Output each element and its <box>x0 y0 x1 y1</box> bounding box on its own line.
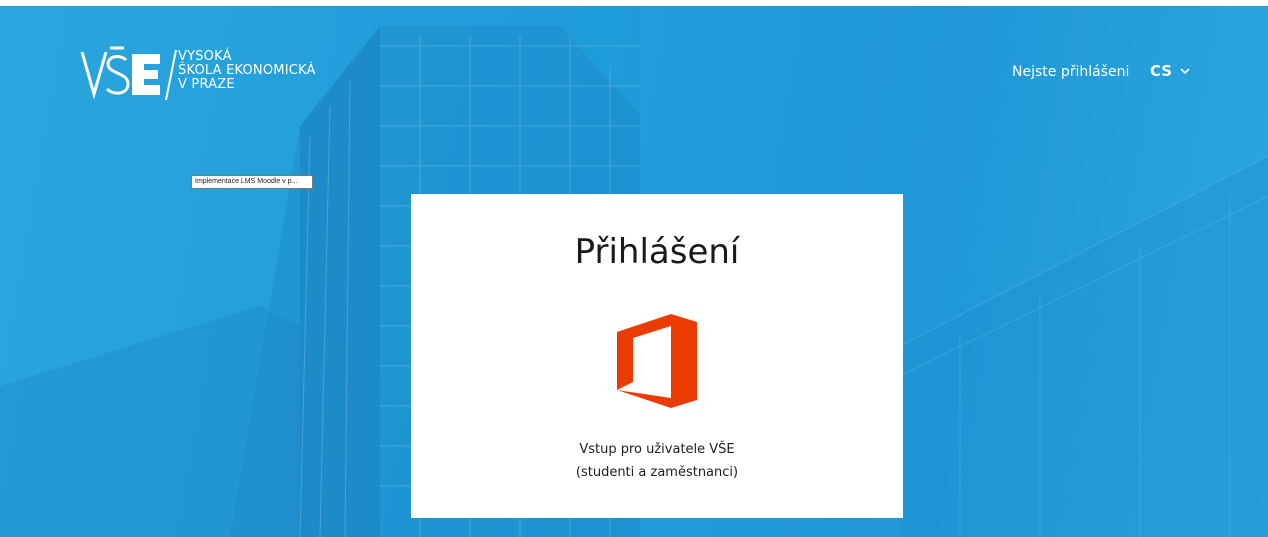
vse-logo-mark <box>80 46 177 101</box>
language-label: CS <box>1150 62 1173 80</box>
user-status-text: Nejste přihlášeni <box>1012 64 1130 80</box>
logo-line-3: V PRAZE <box>178 77 235 92</box>
logo-line-2: ŠKOLA EKONOMICKÁ <box>178 63 316 78</box>
logo-line-1: VYSOKÁ <box>178 49 232 64</box>
vse-logo-wordmark: VYSOKÁ ŠKOLA EKONOMICKÁ V PRAZE <box>178 50 316 92</box>
language-selector[interactable]: CS <box>1150 62 1190 80</box>
chevron-down-icon <box>1180 67 1190 74</box>
vse-logo[interactable]: VYSOKÁ ŠKOLA EKONOMICKÁ V PRAZE <box>80 44 370 104</box>
tooltip: Implementace LMS Moodle v p... <box>191 175 313 189</box>
login-card: Přihlášení Vstup pro uživatele VŠE (stud… <box>411 194 903 518</box>
caption-line-2: (studenti a zaměstnanci) <box>575 465 739 480</box>
login-caption: Vstup pro uživatele VŠE (studenti a zamě… <box>411 438 903 484</box>
login-page: VYSOKÁ ŠKOLA EKONOMICKÁ V PRAZE Nejste p… <box>0 0 1268 537</box>
caption-line-1: Vstup pro uživatele VŠE <box>579 442 735 457</box>
login-title: Přihlášení <box>574 232 740 272</box>
microsoft-office-icon[interactable] <box>613 312 701 410</box>
